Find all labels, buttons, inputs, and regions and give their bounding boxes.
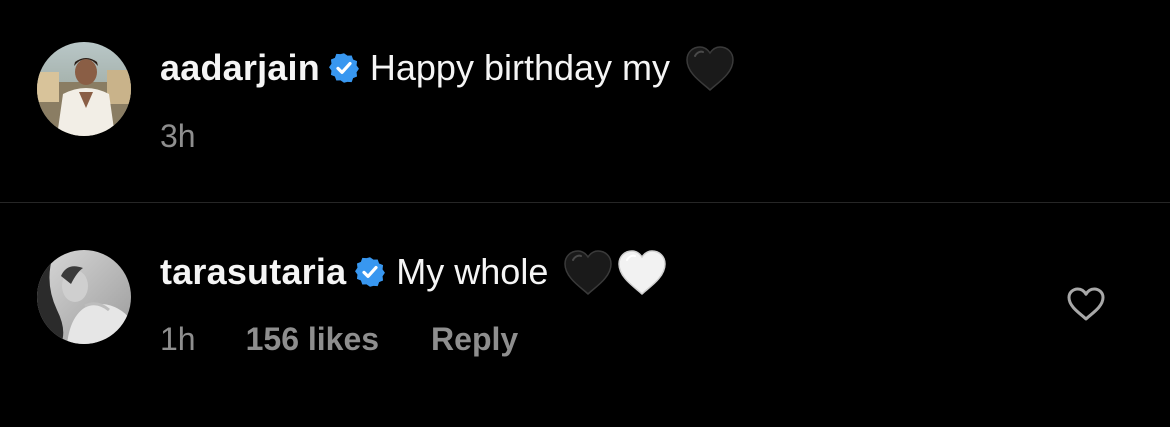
username[interactable]: aadarjain — [160, 47, 320, 89]
avatar[interactable] — [37, 250, 131, 344]
avatar-image — [37, 42, 131, 136]
verified-badge-icon — [328, 52, 360, 84]
comment-meta: 3h — [160, 118, 196, 155]
comment-text: My whole — [396, 251, 549, 292]
comment-text: Happy birthday my — [369, 47, 671, 88]
comment-line: aadarjain Happy birthday my — [160, 42, 736, 94]
comment-meta: 1h 156 likes Reply — [160, 321, 518, 358]
comment-item: tarasutaria My whole 1h 156 likes Reply — [0, 203, 1170, 427]
like-heart-icon[interactable] — [1066, 286, 1106, 322]
reply-button[interactable]: Reply — [431, 321, 518, 358]
black-heart-icon — [562, 248, 614, 296]
avatar-image — [37, 250, 131, 344]
comment-time: 1h — [160, 321, 196, 357]
verified-badge-icon — [354, 256, 386, 288]
likes-count[interactable]: 156 likes — [246, 321, 379, 358]
black-heart-icon — [684, 44, 736, 92]
comment-line: tarasutaria My whole — [160, 246, 668, 298]
avatar[interactable] — [37, 42, 131, 136]
comment-time: 3h — [160, 118, 196, 154]
comment-item: aadarjain Happy birthday my 3h — [0, 0, 1170, 202]
username[interactable]: tarasutaria — [160, 251, 346, 293]
white-heart-icon — [616, 248, 668, 296]
